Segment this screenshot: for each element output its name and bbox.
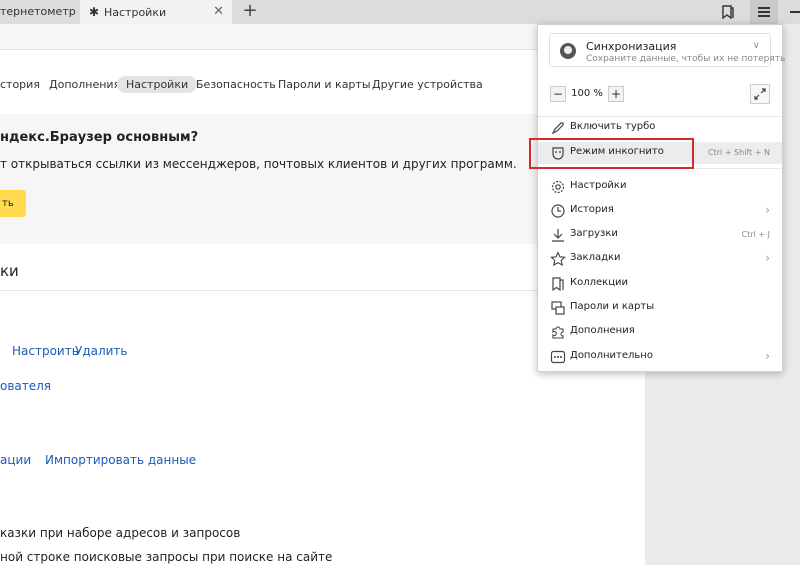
shortcut-label: Ctrl + J — [741, 230, 770, 239]
tab-internetometer[interactable]: тернетометр — — [0, 0, 78, 24]
menu-item-label: Настройки — [570, 180, 627, 191]
minimize-window-button[interactable] — [790, 11, 800, 13]
new-tab-button[interactable]: + — [240, 0, 260, 24]
menu-item-label: Включить турбо — [570, 121, 656, 132]
menu-item-label: Дополнительно — [570, 350, 653, 361]
menu-item-label: История — [570, 204, 614, 215]
tab-strip: тернетометр — ✱ Настройки ✕ + — [0, 0, 800, 24]
chevron-down-icon: ∨ — [752, 40, 760, 51]
fullscreen-icon — [754, 88, 766, 100]
tab-settings[interactable]: ✱ Настройки ✕ — [80, 0, 232, 24]
address-hints-option[interactable]: казки при наборе адресов и запросов — [0, 526, 240, 540]
section-heading: ки — [0, 262, 19, 280]
user-link[interactable]: ователя — [0, 379, 51, 393]
menu-item-downloads[interactable]: Загрузки Ctrl + J — [538, 224, 782, 246]
chevron-right-icon: › — [765, 251, 770, 265]
import-data-link[interactable]: Импортировать данные — [45, 453, 196, 467]
chevron-right-icon: › — [765, 203, 770, 217]
menu-item-more[interactable]: Дополнительно › — [538, 346, 782, 368]
site-search-option[interactable]: ной строке поисковые запросы при поиске … — [0, 550, 332, 564]
menu-item-bookmarks[interactable]: Закладки › — [538, 248, 782, 270]
default-browser-description: т открываться ссылки из мессенджеров, по… — [0, 157, 517, 171]
nav-tab-history[interactable]: стория — [0, 78, 40, 91]
browser-menu-button[interactable] — [750, 0, 778, 24]
sync-card[interactable]: Синхронизация Сохраните данные, чтобы их… — [549, 33, 785, 67]
gear-icon — [551, 180, 565, 194]
nav-tab-extensions[interactable]: Дополнения — [49, 78, 120, 91]
menu-item-label: Загрузки — [570, 228, 618, 239]
gear-icon: ✱ — [88, 5, 100, 19]
tab-title: Настройки — [104, 6, 167, 19]
rocket-icon — [551, 122, 564, 135]
menu-item-turbo[interactable]: Включить турбо — [538, 117, 782, 139]
menu-item-label: Закладки — [570, 252, 621, 263]
menu-item-label: Пароли и карты — [570, 301, 655, 312]
collections-icon — [552, 277, 564, 292]
menu-item-extensions[interactable]: Дополнения — [538, 321, 782, 343]
menu-item-label: Коллекции — [570, 277, 628, 288]
menu-item-collections[interactable]: Коллекции — [538, 273, 782, 295]
star-icon — [550, 251, 566, 267]
puzzle-icon — [552, 326, 564, 339]
menu-item-settings[interactable]: Настройки — [538, 176, 782, 198]
shortcut-label: Ctrl + Shift + N — [708, 148, 770, 157]
sync-subtitle: Сохраните данные, чтобы их не потерять — [586, 54, 786, 64]
menu-item-passwords[interactable]: Пароли и карты — [538, 297, 782, 319]
sync-title: Синхронизация — [586, 40, 677, 53]
delete-link[interactable]: Удалить — [75, 344, 128, 358]
zoom-level: 100 % — [571, 88, 603, 99]
download-icon — [552, 229, 564, 242]
nav-tab-other-devices[interactable]: Другие устройства — [372, 78, 483, 91]
fullscreen-button[interactable] — [750, 84, 770, 104]
chevron-right-icon: › — [765, 349, 770, 363]
more-dots-icon — [550, 350, 566, 364]
hamburger-line — [758, 11, 770, 13]
passwords-icon — [551, 301, 565, 315]
menu-item-label: Дополнения — [570, 325, 635, 336]
bookmarks-icon[interactable] — [720, 4, 736, 20]
clock-icon — [551, 204, 565, 218]
section-divider — [0, 290, 630, 291]
menu-item-history[interactable]: История › — [538, 200, 782, 222]
nav-tab-security[interactable]: Безопасность — [196, 78, 276, 91]
nav-tab-settings[interactable]: Настройки — [117, 76, 198, 93]
browser-main-menu: Синхронизация Сохраните данные, чтобы их… — [537, 24, 785, 372]
highlight-box — [529, 138, 694, 169]
zoom-out-button[interactable]: − — [550, 86, 566, 102]
make-default-button[interactable]: ть — [0, 190, 26, 217]
avatar — [560, 43, 576, 59]
configure-link[interactable]: Настроить — [12, 344, 79, 358]
sync-link[interactable]: ации — [0, 453, 31, 467]
hamburger-line — [758, 15, 770, 17]
hamburger-icon — [758, 7, 770, 9]
close-tab-button[interactable]: ✕ — [213, 0, 224, 24]
default-browser-title: ндекс.Браузер основным? — [0, 130, 199, 145]
zoom-in-button[interactable]: + — [608, 86, 624, 102]
nav-tab-passwords[interactable]: Пароли и карты — [278, 78, 371, 91]
tab-title: тернетометр — — [0, 5, 78, 18]
